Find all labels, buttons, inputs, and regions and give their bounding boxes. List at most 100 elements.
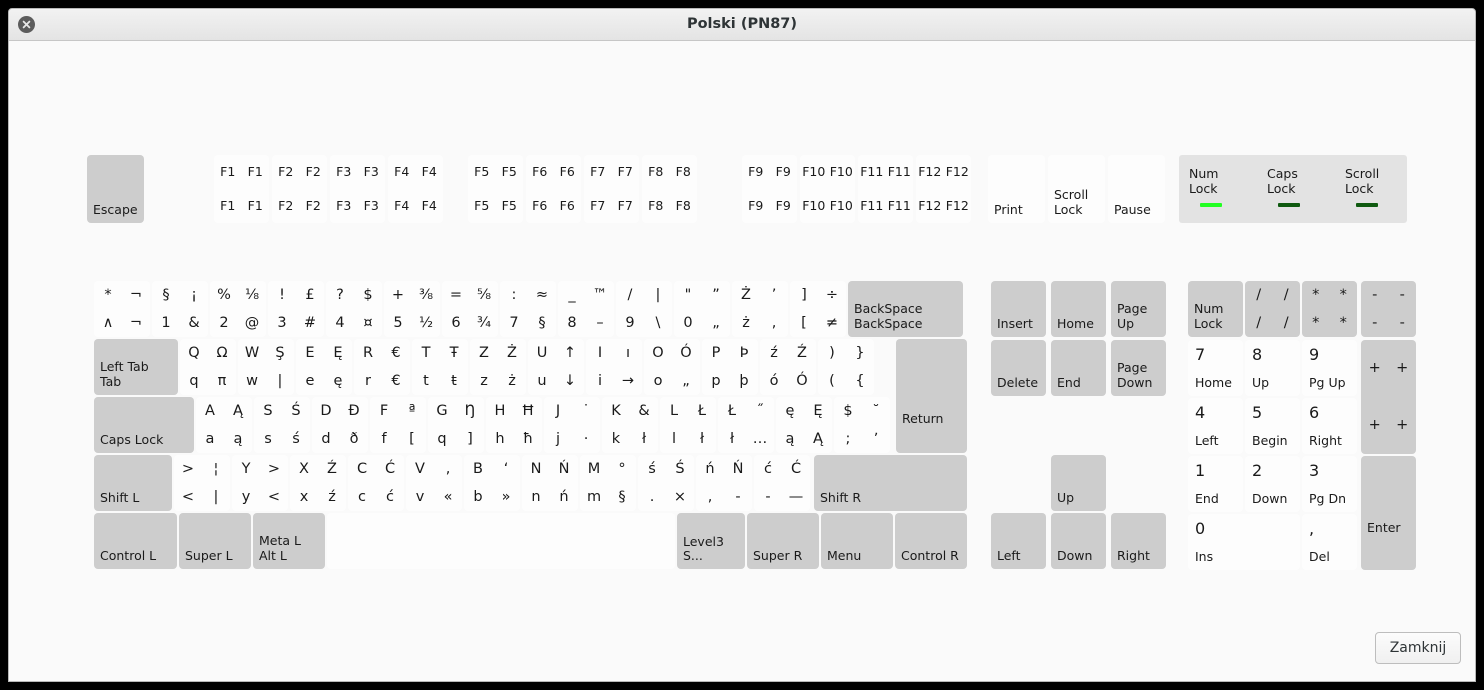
key-comma[interactable]: ś Ś. × [638,455,694,511]
key-page-down[interactable]: Page Down [1111,340,1166,396]
key-arrow-down[interactable]: Down [1051,513,1106,569]
key-home[interactable]: Home [1051,281,1106,337]
key-return[interactable]: Return [896,339,967,453]
key-g[interactable]: G Ŋq] [428,397,484,453]
key-f1[interactable]: F1 F1 F1 F1 [214,155,269,223]
key-period[interactable]: ńŃ, - [696,455,752,511]
key-kp-add[interactable]: + + + + [1361,340,1416,454]
key-kp-subtract[interactable]: - - - - [1361,281,1416,337]
key-kp-9[interactable]: 9 Pg Up [1302,340,1357,396]
key-kp-4[interactable]: 4 Left [1188,398,1243,454]
key-f10[interactable]: F10 F10 F10 F10 [800,155,855,223]
key-print[interactable]: Print [988,155,1045,223]
key-space[interactable] [327,513,675,569]
key-t[interactable]: T Ŧt ŧ [412,339,468,395]
key-level3-shift[interactable]: Level3 S... [677,513,745,569]
key-4[interactable]: ? $4 ¤ [326,281,382,337]
key-kp-7[interactable]: 7 Home [1188,340,1243,396]
key-minus[interactable]: Ż ’ ż, [732,281,788,337]
key-super-l[interactable]: Super L [179,513,251,569]
key-x[interactable]: X Źx ź [290,455,346,511]
key-2[interactable]: % ⅛ 2 @ [210,281,266,337]
key-num-lock[interactable]: Num Lock [1188,281,1243,337]
key-1[interactable]: § ¡ 1 & [152,281,208,337]
key-bracketleft[interactable]: ź ŹóÓ [760,339,816,395]
key-f11[interactable]: F11 F11 F11 F11 [858,155,913,223]
key-bracketright[interactable]: )} ({ [818,339,874,395]
key-kp-3[interactable]: 3 Pg Dn [1302,456,1357,512]
key-kp-divide[interactable]: / / / / [1245,281,1300,337]
key-r[interactable]: R € r € [354,339,410,395]
key-caps-lock[interactable]: Caps Lock [94,397,194,453]
key-d[interactable]: DĐd ð [312,397,368,453]
key-scroll-lock[interactable]: Scroll Lock [1048,155,1105,223]
key-a[interactable]: A Ąa ą [196,397,252,453]
key-equal[interactable]: ] ÷ [≠ [790,281,846,337]
key-kp-2[interactable]: 2 Down [1245,456,1300,512]
key-7[interactable]: : ≈7 § [500,281,556,337]
key-f4[interactable]: F4 F4 F4 F4 [388,155,443,223]
key-kp-0[interactable]: 0 Ins [1188,514,1300,570]
key-f2[interactable]: F2 F2 F2 F2 [272,155,327,223]
key-5[interactable]: + ⅜ 5 ½ [384,281,440,337]
key-shift-l[interactable]: Shift L [94,455,172,511]
key-control-r[interactable]: Control R [895,513,967,569]
key-8[interactable]: _ ™ 8 – [558,281,614,337]
key-arrow-left[interactable]: Left [991,513,1046,569]
key-kp-8[interactable]: 8 Up [1245,340,1300,396]
key-j[interactable]: J ˙ j · [544,397,600,453]
key-kp-enter[interactable]: Enter [1361,456,1416,570]
key-pause[interactable]: Pause [1108,155,1165,223]
key-h[interactable]: HĦhħ [486,397,542,453]
key-semicolon[interactable]: Ł ˝ ł… [718,397,774,453]
key-alt-l[interactable]: Meta L Alt L [253,513,325,569]
key-9[interactable]: / | 9 \ [616,281,672,337]
key-b[interactable]: B ‘ b » [464,455,520,511]
key-k[interactable]: K & k ł [602,397,658,453]
key-z[interactable]: Z Żz ż [470,339,526,395]
key-backslash[interactable]: $ ˘; ʼ [834,397,890,453]
key-f9[interactable]: F9 F9 F9 F9 [742,155,797,223]
key-arrow-right[interactable]: Right [1111,513,1166,569]
key-super-r[interactable]: Super R [747,513,819,569]
key-i[interactable]: Iı i → [586,339,642,395]
key-f8[interactable]: F8 F8 F8 F8 [642,155,697,223]
key-f[interactable]: Fª f [ [370,397,426,453]
key-insert[interactable]: Insert [991,281,1046,337]
key-grave[interactable]: * ¬ ∧ ¬ [94,281,150,337]
key-quote[interactable]: ę Ęą Ą [776,397,832,453]
key-u[interactable]: U ↑ u ↓ [528,339,584,395]
key-6[interactable]: = ⅝ 6 ¾ [442,281,498,337]
key-f5[interactable]: F5 F5 F5 F5 [468,155,523,223]
key-c[interactable]: CĆc ć [348,455,404,511]
key-o[interactable]: O Óo „ [644,339,700,395]
key-y[interactable]: Y > y < [232,455,288,511]
key-page-up[interactable]: Page Up [1111,281,1166,337]
key-f7[interactable]: F7 F7 F7 F7 [584,155,639,223]
key-delete[interactable]: Delete [991,340,1046,396]
key-s[interactable]: S Śs ś [254,397,310,453]
key-kp-multiply[interactable]: * * * * [1302,281,1357,337]
key-f6[interactable]: F6 F6 F6 F6 [526,155,581,223]
key-n[interactable]: NŃn ń [522,455,578,511]
key-less[interactable]: > ¦ < | [174,455,230,511]
key-f3[interactable]: F3 F3 F3 F3 [330,155,385,223]
close-button[interactable]: Zamknij [1375,632,1461,664]
key-kp-6[interactable]: 6 Right [1302,398,1357,454]
key-v[interactable]: V, v « [406,455,462,511]
key-kp-5[interactable]: 5 Begin [1245,398,1300,454]
key-kp-1[interactable]: 1 End [1188,456,1243,512]
key-0[interactable]: " ” 0 „ [674,281,730,337]
key-escape[interactable]: Escape [87,155,144,223]
key-end[interactable]: End [1051,340,1106,396]
key-arrow-up[interactable]: Up [1051,455,1106,511]
key-tab[interactable]: Left Tab Tab [94,339,178,395]
key-slash[interactable]: ć Ć - — [754,455,810,511]
key-3[interactable]: ! £3 # [268,281,324,337]
key-menu[interactable]: Menu [821,513,893,569]
key-f12[interactable]: F12 F12 F12 F12 [916,155,971,223]
key-shift-r[interactable]: Shift R [814,455,967,511]
key-backspace[interactable]: BackSpace BackSpace [848,281,963,337]
key-e[interactable]: E Ęe ę [296,339,352,395]
key-control-l[interactable]: Control L [94,513,177,569]
